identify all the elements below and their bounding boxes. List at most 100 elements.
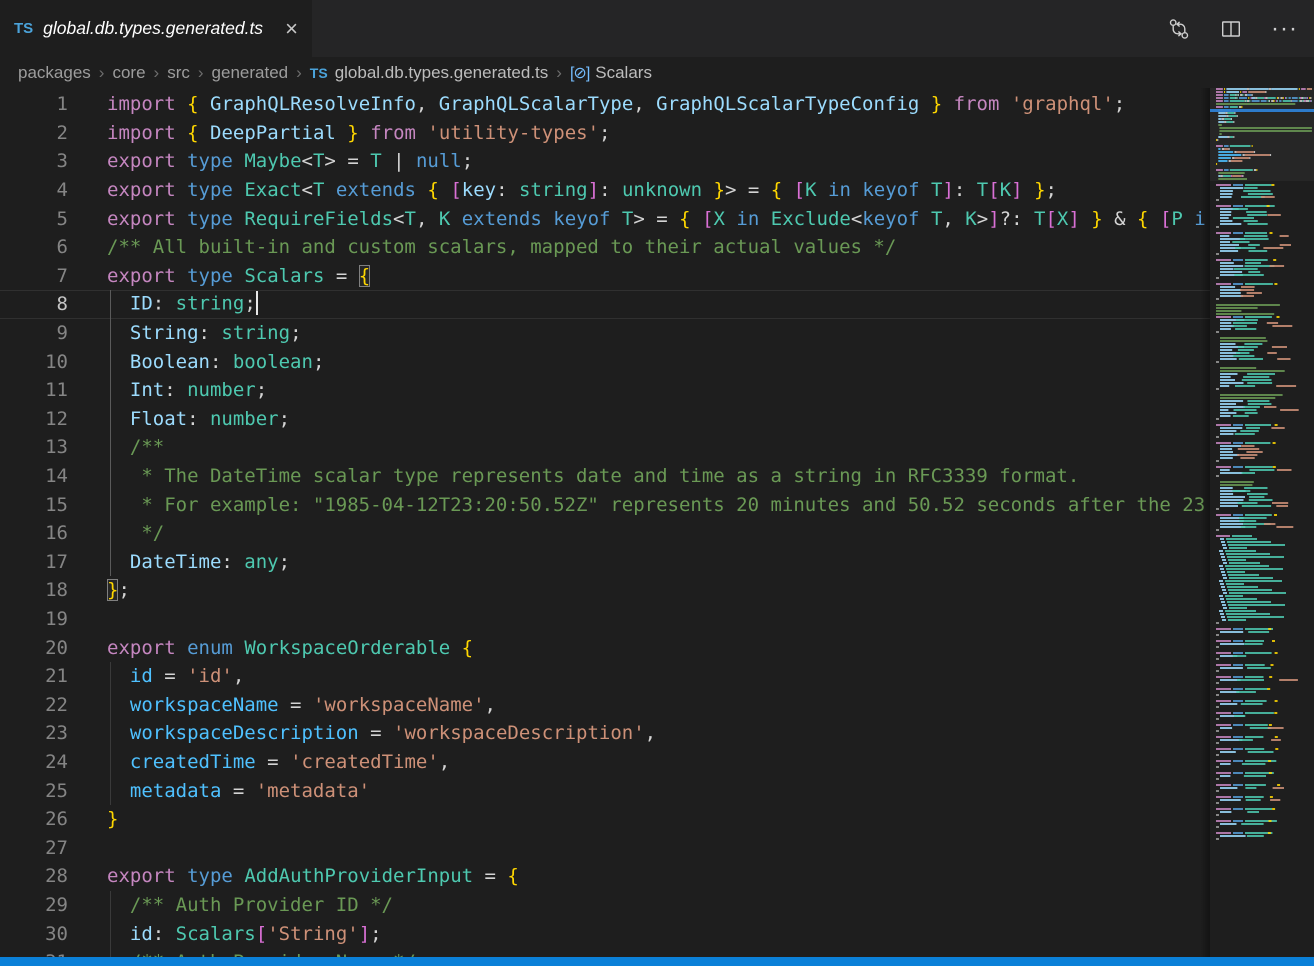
line-number: 22: [0, 694, 68, 716]
line-number: 1: [0, 93, 68, 115]
line-text: workspaceName = 'workspaceName',: [68, 694, 496, 716]
split-editor-icon[interactable]: [1219, 17, 1243, 41]
code-line[interactable]: 30 id: Scalars['String'];: [0, 919, 1210, 948]
line-number: 3: [0, 150, 68, 172]
code-line[interactable]: 20export enum WorkspaceOrderable {: [0, 633, 1210, 662]
code-line[interactable]: 27: [0, 833, 1210, 862]
line-text: DateTime: any;: [68, 551, 290, 573]
line-number: 12: [0, 408, 68, 430]
line-text: export type Scalars = {: [68, 265, 370, 287]
code-line[interactable]: 12 Float: number;: [0, 405, 1210, 434]
more-actions-icon[interactable]: ···: [1271, 17, 1298, 41]
line-text: };: [68, 579, 130, 601]
line-text: Float: number;: [68, 408, 290, 430]
breadcrumb-item-generated[interactable]: generated: [212, 63, 289, 83]
code-line[interactable]: 29 /** Auth Provider ID */: [0, 891, 1210, 920]
code-line[interactable]: 25 metadata = 'metadata': [0, 776, 1210, 805]
close-icon[interactable]: ×: [285, 18, 298, 40]
code-line[interactable]: 13 /**: [0, 433, 1210, 462]
tab-global-db-types-generated[interactable]: TS global.db.types.generated.ts ×: [0, 0, 312, 57]
line-text: export type Maybe<T> = T | null;: [68, 150, 473, 172]
breadcrumb-item-symbol-scalars[interactable]: Scalars: [595, 63, 652, 83]
line-text: export type AddAuthProviderInput = {: [68, 865, 519, 887]
line-text: workspaceDescription = 'workspaceDescrip…: [68, 722, 656, 744]
line-text: id = 'id',: [68, 665, 244, 687]
line-text: Boolean: boolean;: [68, 351, 324, 373]
code-line[interactable]: 11 Int: number;: [0, 376, 1210, 405]
line-text: */: [68, 522, 164, 544]
line-number: 26: [0, 808, 68, 830]
code-line[interactable]: 22 workspaceName = 'workspaceName',: [0, 690, 1210, 719]
line-number: 28: [0, 865, 68, 887]
code-line[interactable]: 19: [0, 605, 1210, 634]
code-line[interactable]: 15 * For example: "1985-04-12T23:20:50.5…: [0, 490, 1210, 519]
code-line[interactable]: 26}: [0, 805, 1210, 834]
line-text: id: Scalars['String'];: [68, 923, 382, 945]
open-changes-icon[interactable]: [1167, 17, 1191, 41]
line-number: 11: [0, 379, 68, 401]
code-editor[interactable]: 1import { GraphQLResolveInfo, GraphQLSca…: [0, 88, 1314, 957]
code-line[interactable]: 16 */: [0, 519, 1210, 548]
line-text: * For example: "1985-04-12T23:20:50.52Z"…: [68, 494, 1205, 516]
code-line[interactable]: 9 String: string;: [0, 319, 1210, 348]
line-number: 30: [0, 923, 68, 945]
breadcrumb-item-file[interactable]: global.db.types.generated.ts: [335, 63, 549, 83]
code-line[interactable]: 4export type Exact<T extends { [key: str…: [0, 176, 1210, 205]
line-number: 13: [0, 436, 68, 458]
code-line[interactable]: 23 workspaceDescription = 'workspaceDesc…: [0, 719, 1210, 748]
line-number: 20: [0, 637, 68, 659]
line-text: /** Auth Provider ID */: [68, 894, 393, 916]
tab-label: global.db.types.generated.ts: [43, 18, 263, 39]
text-cursor: [256, 291, 258, 315]
line-number: 23: [0, 722, 68, 744]
breadcrumb-item-core[interactable]: core: [112, 63, 145, 83]
line-number: 2: [0, 122, 68, 144]
code-line[interactable]: 6/** All built-in and custom scalars, ma…: [0, 233, 1210, 262]
line-text: Int: number;: [68, 379, 267, 401]
typescript-file-icon: TS: [14, 20, 33, 37]
code-line[interactable]: 17 DateTime: any;: [0, 548, 1210, 577]
breadcrumb-item-packages[interactable]: packages: [18, 63, 91, 83]
line-number: 9: [0, 322, 68, 344]
minimap[interactable]: [1210, 88, 1314, 957]
code-line[interactable]: 24 createdTime = 'createdTime',: [0, 748, 1210, 777]
code-line[interactable]: 7export type Scalars = {: [0, 262, 1210, 291]
line-text: export type RequireFields<T, K extends k…: [68, 208, 1206, 230]
code-line[interactable]: 8 ID: string;: [0, 290, 1210, 319]
line-number: 4: [0, 179, 68, 201]
line-text: createdTime = 'createdTime',: [68, 751, 450, 773]
code-line[interactable]: 28export type AddAuthProviderInput = {: [0, 862, 1210, 891]
line-text: export enum WorkspaceOrderable {: [68, 637, 473, 659]
line-number: 14: [0, 465, 68, 487]
code-line[interactable]: 14 * The DateTime scalar type represents…: [0, 462, 1210, 491]
line-number: 10: [0, 351, 68, 373]
line-text: * The DateTime scalar type represents da…: [68, 465, 1079, 487]
code-line[interactable]: 31 /** Auth Provider Name */: [0, 948, 1210, 957]
code-line[interactable]: 2import { DeepPartial } from 'utility-ty…: [0, 119, 1210, 148]
line-number: 18: [0, 579, 68, 601]
code-line[interactable]: 21 id = 'id',: [0, 662, 1210, 691]
code-line[interactable]: 10 Boolean: boolean;: [0, 347, 1210, 376]
code-line[interactable]: 5export type RequireFields<T, K extends …: [0, 204, 1210, 233]
line-number: 17: [0, 551, 68, 573]
chevron-right-icon: ›: [198, 63, 204, 83]
breadcrumb-item-src[interactable]: src: [167, 63, 190, 83]
code-line[interactable]: 1import { GraphQLResolveInfo, GraphQLSca…: [0, 90, 1210, 119]
code-lines: 1import { GraphQLResolveInfo, GraphQLSca…: [0, 90, 1210, 957]
breadcrumb: packages › core › src › generated › TS g…: [0, 57, 1314, 88]
line-text: ID: string;: [68, 292, 258, 316]
chevron-right-icon: ›: [154, 63, 160, 83]
line-number: 8: [0, 293, 68, 315]
line-number: 15: [0, 494, 68, 516]
chevron-right-icon: ›: [99, 63, 105, 83]
line-number: 27: [0, 837, 68, 859]
typescript-file-icon: TS: [310, 65, 328, 81]
code-line[interactable]: 18};: [0, 576, 1210, 605]
line-text: /**: [68, 436, 164, 458]
line-text: import { DeepPartial } from 'utility-typ…: [68, 122, 610, 144]
line-number: 29: [0, 894, 68, 916]
line-text: /** All built-in and custom scalars, map…: [68, 236, 896, 258]
chevron-right-icon: ›: [296, 63, 302, 83]
code-line[interactable]: 3export type Maybe<T> = T | null;: [0, 147, 1210, 176]
status-bar: [0, 957, 1314, 966]
